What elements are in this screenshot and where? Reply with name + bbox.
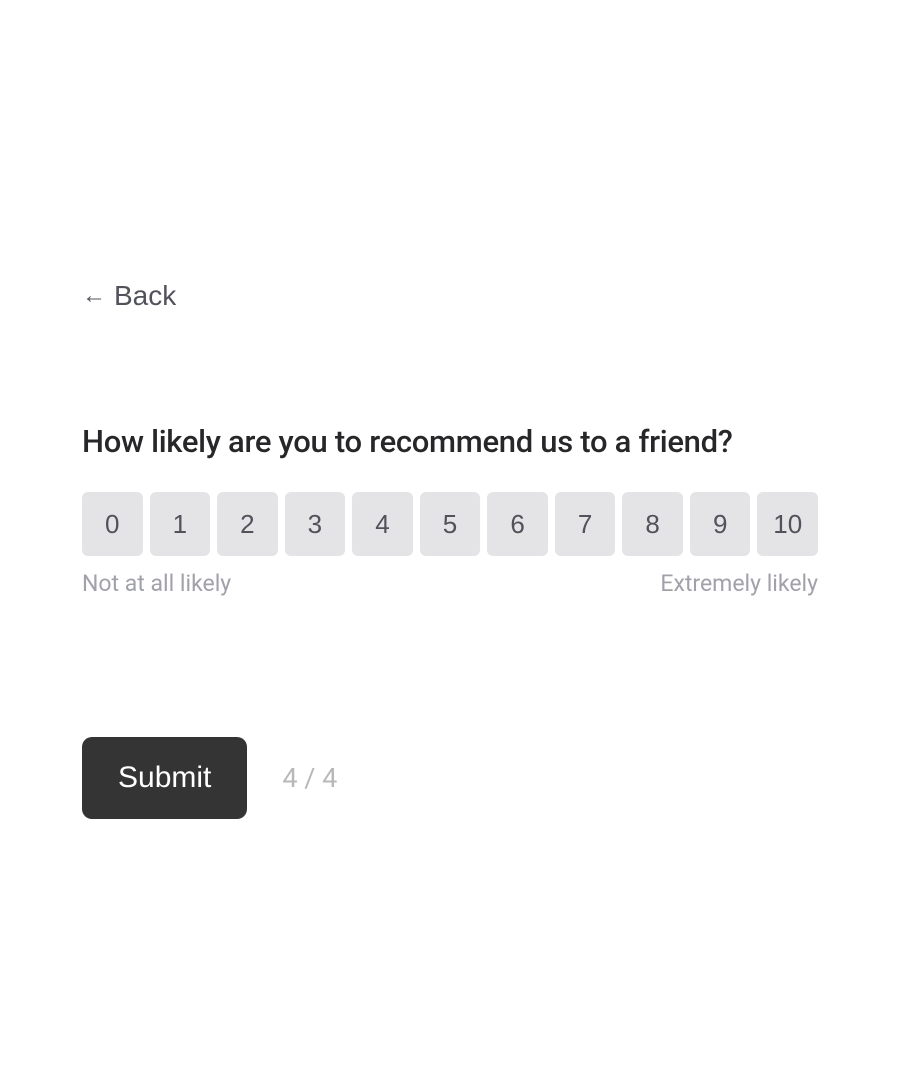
- question-heading: How likely are you to recommend us to a …: [82, 422, 818, 462]
- nps-label-high: Extremely likely: [660, 570, 818, 597]
- nps-labels: Not at all likely Extremely likely: [82, 570, 818, 597]
- nps-option-0[interactable]: 0: [82, 492, 143, 556]
- nps-option-6[interactable]: 6: [487, 492, 548, 556]
- arrow-left-icon: ←: [82, 284, 106, 308]
- nps-option-4[interactable]: 4: [352, 492, 413, 556]
- nps-option-2[interactable]: 2: [217, 492, 278, 556]
- nps-option-7[interactable]: 7: [555, 492, 616, 556]
- nps-option-5[interactable]: 5: [420, 492, 481, 556]
- nps-option-1[interactable]: 1: [150, 492, 211, 556]
- nps-option-9[interactable]: 9: [690, 492, 751, 556]
- progress-indicator: 4 / 4: [282, 762, 337, 794]
- nps-scale: 0 1 2 3 4 5 6 7 8 9 10: [82, 492, 818, 556]
- nps-label-low: Not at all likely: [82, 570, 231, 597]
- back-button[interactable]: ← Back: [82, 280, 176, 312]
- footer: Submit 4 / 4: [82, 737, 818, 819]
- nps-option-8[interactable]: 8: [622, 492, 683, 556]
- nps-option-3[interactable]: 3: [285, 492, 346, 556]
- submit-button[interactable]: Submit: [82, 737, 247, 819]
- back-label: Back: [114, 280, 176, 312]
- nps-option-10[interactable]: 10: [757, 492, 818, 556]
